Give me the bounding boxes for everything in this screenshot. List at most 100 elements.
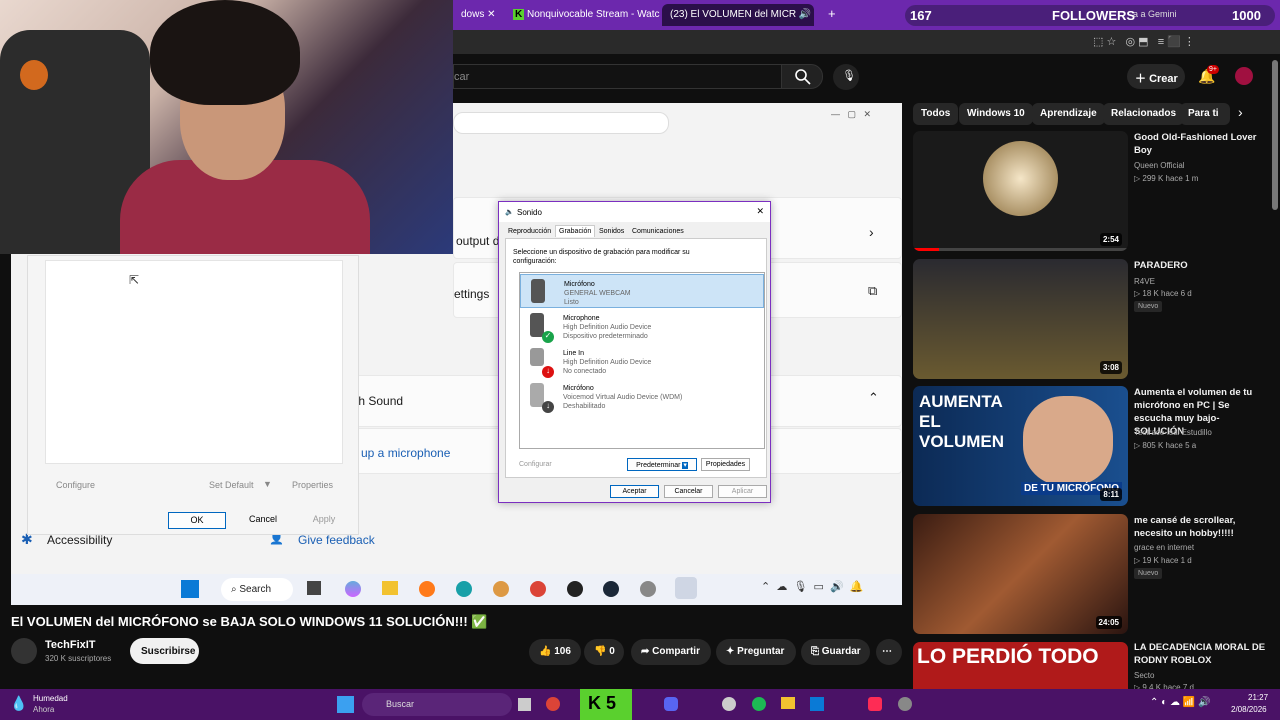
configure-button[interactable]: Configurar <box>519 461 552 468</box>
tab-sounds[interactable]: Sonidos <box>599 228 624 235</box>
related-title[interactable]: me cansé de scrollear, necesito un hobby… <box>1134 514 1269 540</box>
related-thumbnail[interactable]: LO PERDIÓ TODO <box>913 642 1128 689</box>
edge-icon[interactable] <box>456 581 472 597</box>
chrome-icon[interactable] <box>546 697 560 711</box>
more-actions-button[interactable]: ⋯ <box>876 639 902 665</box>
tab-playback[interactable]: Reproducción <box>508 228 551 235</box>
channel-name[interactable]: TechFixIT <box>45 639 96 651</box>
headphones-app-icon[interactable] <box>493 581 509 597</box>
device-row-microphone[interactable]: ✓ Microphone High Definition Audio Devic… <box>520 309 764 343</box>
give-feedback-link[interactable]: Give feedback <box>298 533 375 547</box>
browser-tab[interactable]: dows ✕ <box>453 4 503 26</box>
save-button[interactable]: ⎘ Guardar <box>801 639 870 665</box>
tray-icons[interactable]: ⌃ ◐ ☁ 📶 🔊 <box>1150 697 1210 708</box>
channel-avatar[interactable] <box>11 638 37 664</box>
related-channel[interactable]: Queen Official <box>1134 160 1185 171</box>
media-player-icon[interactable] <box>567 581 583 597</box>
configure-button[interactable]: Configure <box>56 480 95 490</box>
cancel-button[interactable]: Cancel <box>234 512 292 529</box>
browser-toolbar-icons[interactable]: ⬚ ☆ ◎ ⬒ ≡ ⬛ ⋮ <box>1093 35 1195 48</box>
windows-start-icon[interactable] <box>181 580 199 598</box>
window-controls[interactable]: — ▢ ✕ <box>831 109 871 120</box>
page-scrollbar[interactable] <box>1272 60 1278 210</box>
settings-search[interactable] <box>453 112 669 134</box>
voice-search-button[interactable]: 🎙 <box>833 64 859 90</box>
settings-gear-icon[interactable] <box>640 581 656 597</box>
related-title[interactable]: Good Old-Fashioned Lover Boy <box>1134 131 1269 157</box>
discord-icon[interactable] <box>664 697 678 711</box>
properties-button[interactable]: Propiedades <box>701 458 750 471</box>
related-channel[interactable]: grace en internet <box>1134 542 1194 553</box>
device-row-line-in[interactable]: ↓ Line In High Definition Audio Device N… <box>520 344 764 378</box>
related-thumbnail[interactable]: 3:08 <box>913 259 1128 379</box>
dropdown-arrow-icon[interactable]: ▼ <box>263 479 272 489</box>
chevron-right-icon[interactable]: › <box>1238 104 1243 120</box>
copilot-icon[interactable] <box>345 581 361 597</box>
related-channel[interactable]: Secto <box>1134 670 1154 681</box>
steam-icon[interactable] <box>603 581 619 597</box>
clock-date[interactable]: 2/08/2026 <box>1231 705 1267 714</box>
tab-recording[interactable]: Grabación <box>555 225 596 237</box>
ask-button[interactable]: ✦ Preguntar <box>716 639 796 665</box>
search-input[interactable]: car <box>453 64 781 89</box>
chip-all[interactable]: Todos <box>913 103 959 125</box>
properties-button[interactable]: Properties <box>292 480 333 490</box>
setup-microphone-link[interactable]: up a microphone <box>361 446 450 460</box>
avatar[interactable] <box>1235 67 1253 85</box>
subscribe-button[interactable]: Suscribirse <box>130 638 199 664</box>
chip-for-you[interactable]: Para ti <box>1180 103 1230 125</box>
spotify-icon[interactable] <box>752 697 766 711</box>
device-status: Deshabilitado <box>563 403 606 410</box>
clock-time[interactable]: 21:27 <box>1248 693 1268 702</box>
cancel-button[interactable]: Cancelar <box>664 485 713 498</box>
firefox-icon[interactable] <box>419 581 435 597</box>
accessibility-link[interactable]: Accessibility <box>47 533 112 547</box>
like-button[interactable]: 👍 106 <box>529 639 581 665</box>
new-tab-button[interactable]: + <box>820 4 840 26</box>
close-icon[interactable]: ✕ <box>756 206 764 217</box>
chip-learning[interactable]: Aprendizaje <box>1032 103 1105 125</box>
set-default-button[interactable]: Predeterminar ▾ <box>627 458 697 471</box>
windows-start-icon[interactable] <box>337 696 354 713</box>
related-thumbnail[interactable]: AUMENTA EL VOLUMEN DE TU MICRÓFONO 8:11 <box>913 386 1128 506</box>
weather-title[interactable]: Humedad <box>33 694 68 703</box>
device-row-webcam-mic[interactable]: Micrófono GENERAL WEBCAM Listo <box>520 274 764 308</box>
related-title[interactable]: PARADERO <box>1134 259 1269 272</box>
apply-button[interactable]: Aplicar <box>718 485 767 498</box>
task-view-icon[interactable] <box>518 698 531 711</box>
settings-gear-icon[interactable] <box>898 697 912 711</box>
tab-communications[interactable]: Comunicaciones <box>632 228 684 235</box>
share-button[interactable]: ➦ Compartir <box>631 639 711 665</box>
browser-tab[interactable]: K Nonquivocable Stream - Watch <box>505 4 660 26</box>
chip-windows-10[interactable]: Windows 10 <box>959 103 1033 125</box>
mic-app-icon[interactable] <box>675 577 697 599</box>
chrome-icon[interactable] <box>530 581 546 597</box>
inner-search-box[interactable]: ⌕ Search <box>221 578 293 601</box>
ok-button[interactable]: Aceptar <box>610 485 659 498</box>
chip-related[interactable]: Relacionados <box>1103 103 1185 125</box>
search-button[interactable] <box>781 64 823 89</box>
github-icon[interactable] <box>722 697 736 711</box>
related-channel[interactable]: Tectrace-Isal Estudillo <box>1134 427 1212 438</box>
ok-button[interactable]: OK <box>168 512 226 529</box>
tray-icons[interactable]: ⌃ ☁ 🎙 ▭ 🔊 🔔 <box>761 580 864 593</box>
related-thumbnail[interactable]: 2:54 <box>913 131 1128 251</box>
task-view-icon[interactable] <box>307 581 321 595</box>
store-icon[interactable] <box>810 697 824 711</box>
tiktok-icon[interactable] <box>868 697 882 711</box>
dislike-button[interactable]: 👎 0 <box>584 639 624 665</box>
related-title[interactable]: LA DECADENCIA MORAL DE RODNY ROBLOX <box>1134 641 1269 667</box>
recording-device-list[interactable]: Micrófono GENERAL WEBCAM Listo ✓ Microph… <box>519 272 765 449</box>
file-explorer-icon[interactable] <box>382 581 398 595</box>
apply-button[interactable]: Apply <box>298 512 350 529</box>
notifications-button[interactable]: 🔔 9+ <box>1198 65 1219 85</box>
mic-device-list[interactable] <box>45 260 343 464</box>
taskbar-search[interactable]: Buscar <box>362 693 512 716</box>
related-channel[interactable]: R4VE <box>1134 276 1155 287</box>
create-button[interactable]: ＋ Crear <box>1127 64 1185 89</box>
browser-tab-active[interactable]: (23) El VOLUMEN del MICR 🔊 ✕ <box>662 4 814 26</box>
set-default-button[interactable]: Set Default <box>209 480 254 490</box>
related-thumbnail[interactable]: 24:05 <box>913 514 1128 634</box>
file-explorer-icon[interactable] <box>781 697 795 709</box>
device-row-voicemod[interactable]: ↓ Micrófono Voicemod Virtual Audio Devic… <box>520 379 764 413</box>
